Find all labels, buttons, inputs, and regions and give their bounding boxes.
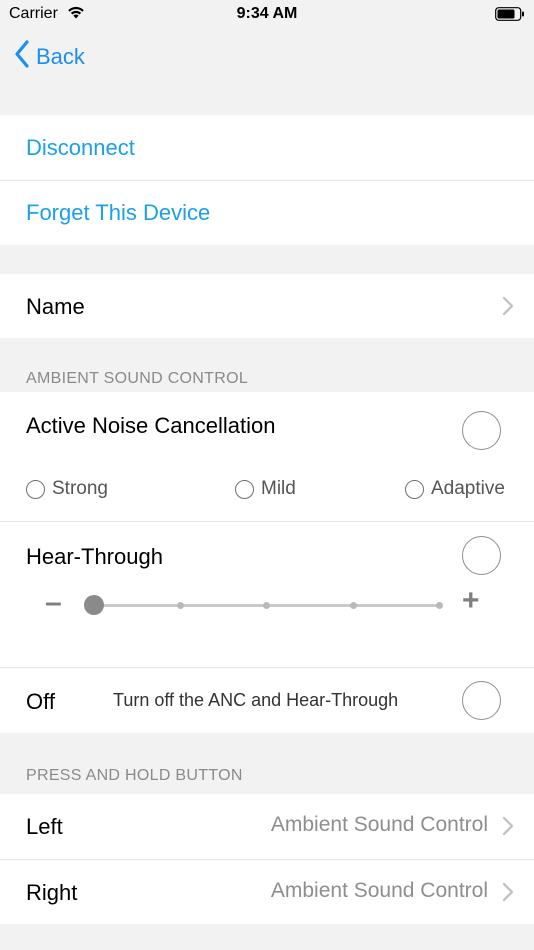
- right-value: Ambient Sound Control: [270, 879, 488, 902]
- hear-through-slider-thumb[interactable]: [84, 595, 104, 615]
- forget-device-button[interactable]: Forget This Device: [26, 200, 210, 226]
- hear-through-radio[interactable]: [462, 536, 501, 575]
- battery-icon: [495, 7, 525, 26]
- increase-level-button[interactable]: +: [462, 584, 480, 618]
- disconnect-button[interactable]: Disconnect: [26, 135, 135, 161]
- mild-radio[interactable]: [235, 479, 254, 499]
- navigation-bar: Back: [0, 30, 534, 86]
- status-bar: Carrier 9:34 AM: [0, 0, 534, 30]
- left-value: Ambient Sound Control: [270, 813, 488, 836]
- forget-device-row[interactable]: Forget This Device: [0, 180, 534, 245]
- left-button-row[interactable]: Left Ambient Sound Control: [0, 794, 534, 859]
- name-label: Name: [26, 294, 85, 319]
- chevron-left-icon: [14, 40, 30, 73]
- decrease-level-button[interactable]: –: [45, 586, 62, 620]
- off-row[interactable]: Off Turn off the ANC and Hear-Through: [0, 668, 534, 733]
- back-button[interactable]: Back: [14, 40, 85, 73]
- strong-label: Strong: [52, 478, 108, 499]
- hear-through-label: Hear-Through: [26, 544, 163, 569]
- slider-step-dot: [436, 602, 443, 609]
- hear-through-row: Hear-Through – +: [0, 522, 534, 667]
- off-radio[interactable]: [462, 681, 501, 720]
- anc-mode-strong[interactable]: Strong: [26, 478, 108, 500]
- status-time: 9:34 AM: [236, 5, 298, 22]
- adaptive-radio[interactable]: [405, 479, 424, 499]
- screen: Carrier 9:34 AM Back Disconnect Forget T…: [0, 0, 534, 950]
- mild-label: Mild: [261, 478, 296, 499]
- strong-radio[interactable]: [26, 479, 45, 499]
- slider-step-dot: [263, 602, 270, 609]
- chevron-right-icon: [502, 816, 514, 841]
- anc-radio[interactable]: [462, 411, 501, 450]
- name-row[interactable]: Name: [0, 274, 534, 338]
- off-label: Off: [26, 689, 55, 714]
- anc-mode-mild[interactable]: Mild: [235, 478, 296, 500]
- anc-mode-adaptive[interactable]: Adaptive: [405, 478, 505, 500]
- right-button-row[interactable]: Right Ambient Sound Control: [0, 859, 534, 924]
- ambient-section-header: AMBIENT SOUND CONTROL: [26, 370, 249, 387]
- press-hold-section-header: PRESS AND HOLD BUTTON: [26, 767, 243, 784]
- slider-step-dot: [177, 602, 184, 609]
- right-label: Right: [26, 880, 78, 905]
- back-label: Back: [36, 43, 85, 69]
- press-hold-group: Left Ambient Sound Control Right Ambient…: [0, 794, 534, 924]
- slider-step-dot: [350, 602, 357, 609]
- adaptive-label: Adaptive: [431, 478, 505, 499]
- chevron-right-icon: [502, 296, 514, 321]
- connection-group: Disconnect Forget This Device: [0, 115, 534, 245]
- off-description: Turn off the ANC and Hear-Through: [113, 690, 399, 710]
- left-label: Left: [26, 814, 63, 839]
- chevron-right-icon: [502, 882, 514, 907]
- ambient-sound-group: Active Noise Cancellation Strong Mild Ad…: [0, 392, 534, 733]
- disconnect-row[interactable]: Disconnect: [0, 115, 534, 180]
- anc-label: Active Noise Cancellation: [26, 413, 276, 438]
